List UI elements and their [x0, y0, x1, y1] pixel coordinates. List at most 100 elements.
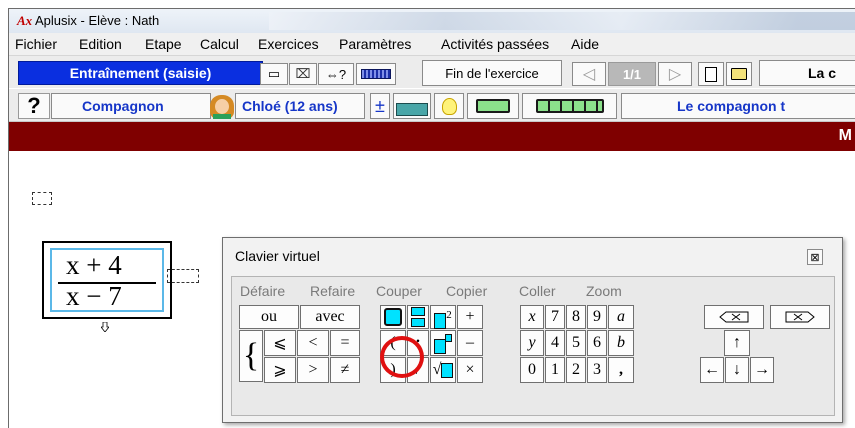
- menu-redo[interactable]: Refaire: [310, 283, 355, 299]
- key-b[interactable]: b: [608, 330, 634, 356]
- key-7[interactable]: 7: [545, 305, 565, 329]
- menu-paste[interactable]: Coller: [519, 283, 556, 299]
- menu-exercices[interactable]: Exercices: [258, 36, 319, 52]
- menu-copy[interactable]: Copier: [446, 283, 487, 299]
- square-template-icon[interactable]: 2: [430, 305, 456, 329]
- new-document-icon[interactable]: [698, 62, 724, 86]
- toolbar-companion: ? Compagnon Chloé (12 ans) ± Le compagno…: [9, 89, 855, 122]
- square-root-template-icon[interactable]: √: [430, 357, 456, 383]
- title-bar: Ax Aplusix - Elève : Nath: [9, 9, 855, 33]
- title-bar-background: [269, 12, 855, 30]
- key-3[interactable]: 3: [587, 357, 607, 383]
- open-folder-icon[interactable]: [726, 62, 752, 86]
- fraction-template-icon[interactable]: [407, 305, 429, 329]
- exercise-banner: M: [9, 122, 855, 151]
- companion-name[interactable]: Chloé (12 ans): [235, 93, 365, 119]
- lightbulb-icon[interactable]: [434, 93, 464, 119]
- menu-fichier[interactable]: Fichier: [15, 36, 57, 52]
- menu-aide[interactable]: Aide: [571, 36, 599, 52]
- companion-avatar-icon[interactable]: [209, 95, 235, 119]
- key-greater[interactable]: >: [297, 357, 329, 383]
- keyboard-panel: Défaire Refaire Couper Copier Coller Zoo…: [231, 276, 835, 416]
- key-times[interactable]: ×: [457, 357, 483, 383]
- cross-box-icon[interactable]: ⌧: [289, 63, 317, 85]
- app-logo: Ax: [17, 13, 33, 28]
- long-chain-icon[interactable]: [522, 93, 617, 119]
- banner-text: M: [838, 127, 852, 144]
- dialog-title: Clavier virtuel: [235, 248, 320, 264]
- expression-box[interactable]: x + 4 x − 7: [42, 241, 172, 319]
- power-template-glyph: [434, 334, 452, 354]
- next-icon[interactable]: ▷: [658, 62, 692, 86]
- key-less[interactable]: <: [297, 330, 329, 356]
- placeholder-box-top[interactable]: [32, 192, 52, 205]
- companion-message: Le compagnon t: [621, 93, 855, 119]
- menu-calcul[interactable]: Calcul: [200, 36, 239, 52]
- bulb-glyph: [441, 97, 457, 115]
- key-4[interactable]: 4: [545, 330, 565, 356]
- menu-undo[interactable]: Défaire: [240, 283, 285, 299]
- key-x[interactable]: x: [520, 305, 544, 329]
- keyboard-glyph: [361, 69, 391, 79]
- toolbar-exercise: Entraînement (saisie) ▭ ⌧ ⇔? Fin de l'ex…: [9, 56, 855, 88]
- delete-glyph: [785, 311, 815, 323]
- menu-etape[interactable]: Etape: [145, 36, 182, 52]
- key-plus[interactable]: +: [457, 305, 483, 329]
- page-glyph: [705, 66, 717, 82]
- folder-glyph: [731, 68, 747, 80]
- selected-fraction[interactable]: x + 4 x − 7: [50, 248, 164, 312]
- help-button[interactable]: ?: [18, 93, 50, 119]
- menu-activites-passees[interactable]: Activités passées: [441, 36, 549, 52]
- right-toolbar-button[interactable]: La c: [759, 60, 855, 86]
- finish-exercise-button[interactable]: Fin de l'exercice: [422, 60, 562, 86]
- placeholder-box-right[interactable]: [167, 269, 199, 283]
- small-chain-icon[interactable]: [467, 93, 519, 119]
- plus-minus-icon[interactable]: ±: [370, 93, 390, 119]
- equivalence-check-button[interactable]: ⇔?: [318, 63, 354, 85]
- paren-template-glyph: [384, 308, 402, 326]
- key-avec[interactable]: avec: [300, 305, 360, 329]
- delete-icon[interactable]: [770, 305, 830, 329]
- menu-parametres[interactable]: Paramètres: [339, 36, 411, 52]
- key-greater-equal[interactable]: ⩾: [264, 357, 296, 383]
- fraction-template-glyph: [411, 307, 425, 327]
- menu-edition[interactable]: Edition: [79, 36, 122, 52]
- menu-zoom[interactable]: Zoom: [586, 283, 622, 299]
- previous-icon[interactable]: ◁: [572, 62, 606, 86]
- arrow-right-icon[interactable]: →: [750, 357, 774, 383]
- key-0[interactable]: 0: [520, 357, 544, 383]
- key-a[interactable]: a: [608, 305, 634, 329]
- key-9[interactable]: 9: [587, 305, 607, 329]
- backspace-glyph: [719, 311, 749, 323]
- companion-button[interactable]: Compagnon: [51, 93, 211, 119]
- arrow-left-icon[interactable]: ←: [700, 357, 724, 383]
- key-ou[interactable]: ou: [239, 305, 299, 329]
- key-brace[interactable]: {: [239, 330, 263, 382]
- parentheses-template-icon[interactable]: [380, 305, 406, 329]
- key-1[interactable]: 1: [545, 357, 565, 383]
- key-less-equal[interactable]: ⩽: [264, 330, 296, 356]
- page-indicator: 1/1: [608, 62, 656, 86]
- menu-bar: Fichier Edition Etape Calcul Exercices P…: [9, 33, 855, 56]
- backspace-icon[interactable]: [704, 305, 764, 329]
- key-not-equal[interactable]: ≠: [330, 357, 360, 383]
- key-2[interactable]: 2: [566, 357, 586, 383]
- key-equal[interactable]: =: [330, 330, 360, 356]
- key-y[interactable]: y: [520, 330, 544, 356]
- mode-button[interactable]: Entraînement (saisie): [18, 61, 263, 85]
- key-6[interactable]: 6: [587, 330, 607, 356]
- close-icon[interactable]: ⊠: [807, 249, 823, 265]
- menu-cut[interactable]: Couper: [376, 283, 422, 299]
- keyboard-icon[interactable]: [356, 63, 396, 85]
- arrow-down-icon[interactable]: ↓: [725, 357, 749, 383]
- virtual-keyboard-dialog: Clavier virtuel ⊠ Défaire Refaire Couper…: [222, 237, 843, 423]
- key-5[interactable]: 5: [566, 330, 586, 356]
- calculator-steps-icon[interactable]: [393, 93, 431, 119]
- key-8[interactable]: 8: [566, 305, 586, 329]
- arrow-up-icon[interactable]: ↑: [724, 330, 750, 356]
- power-template-icon[interactable]: [430, 330, 456, 356]
- rectangle-icon[interactable]: ▭: [260, 63, 288, 85]
- key-minus[interactable]: –: [457, 330, 483, 356]
- key-comma[interactable]: ,: [608, 357, 634, 383]
- expand-arrow-icon[interactable]: [100, 320, 110, 333]
